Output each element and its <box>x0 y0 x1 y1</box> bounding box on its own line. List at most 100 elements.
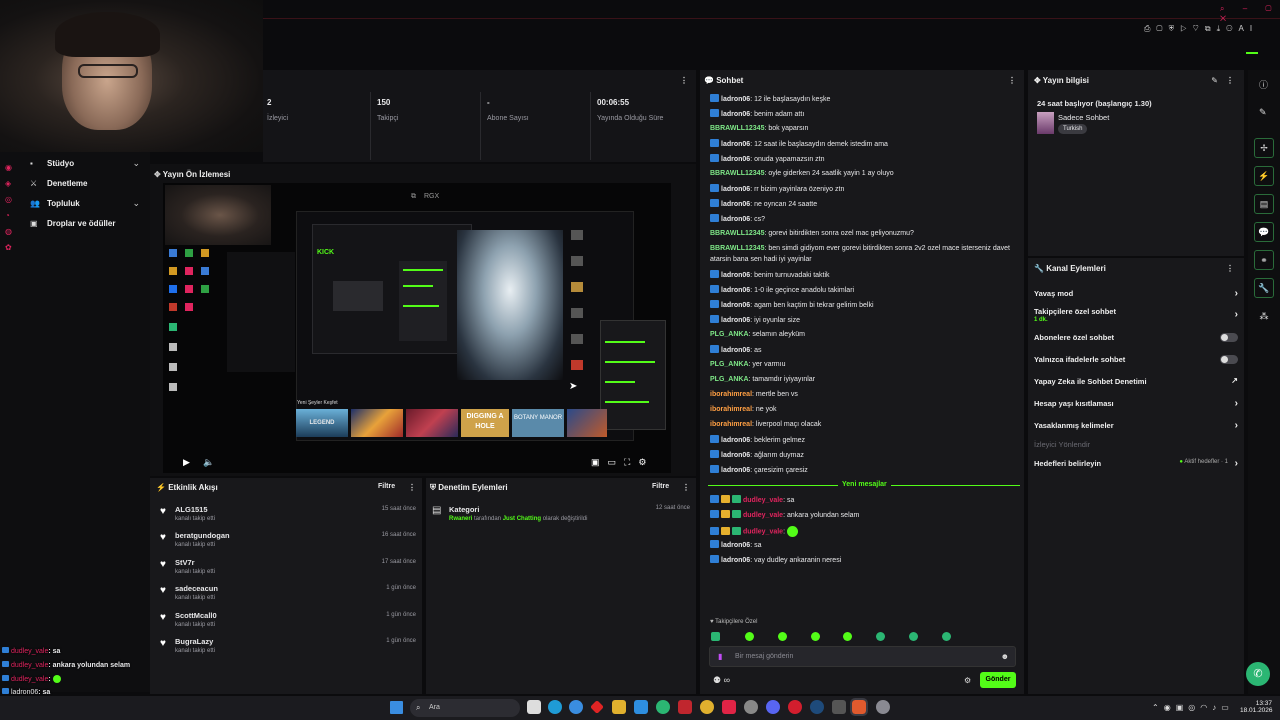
start-button[interactable] <box>390 701 403 714</box>
more-menu-icon[interactable]: ⋮ <box>680 76 688 85</box>
chat-username[interactable]: ladron06 <box>721 467 750 474</box>
category-name[interactable]: Just Chatting <box>503 516 541 522</box>
gear-icon[interactable]: ◍ <box>5 224 15 240</box>
more-menu-icon[interactable]: ⋮ <box>1226 264 1234 273</box>
more-menu-icon[interactable]: ⋮ <box>1226 76 1234 85</box>
help-chat-button[interactable]: ✆ <box>1246 662 1270 686</box>
chrome-alt-icon[interactable] <box>700 700 714 714</box>
chat-username[interactable]: ladron06 <box>721 201 750 208</box>
crop-icon[interactable]: ▢ <box>1156 24 1168 33</box>
maps-icon[interactable] <box>656 700 670 714</box>
sword-icon[interactable]: ◈ <box>5 176 15 192</box>
toggle-switch[interactable] <box>1220 333 1238 342</box>
chat-username[interactable]: PLG_ANKA <box>710 361 749 368</box>
chat-username[interactable]: ladron06 <box>721 156 750 163</box>
preview-video[interactable]: ⧉ RGX KICK Yeni Şeyler Keşfet LEGEND DIG… <box>163 183 671 473</box>
chat-username[interactable]: dudley_vale <box>743 497 783 504</box>
play-icon[interactable]: ▷ <box>1180 24 1192 33</box>
chat-username[interactable]: BBRAWLL12345 <box>710 125 764 132</box>
photos-icon[interactable] <box>634 700 648 714</box>
send-button[interactable]: Gönder <box>980 672 1016 688</box>
chat-username[interactable]: ladron06 <box>721 302 750 309</box>
discord-icon[interactable] <box>766 700 780 714</box>
taskbar-search[interactable]: ⌕ Ara <box>410 699 520 717</box>
rail-button-wrench[interactable]: 🔧 <box>1254 278 1274 298</box>
tray-chevron-icon[interactable]: ⌃ <box>1152 703 1164 712</box>
chat-username[interactable]: dudley_vale <box>743 512 783 519</box>
more-menu-icon[interactable]: ⋮ <box>408 483 416 492</box>
rail-button-chat[interactable]: 💬 <box>1254 222 1274 242</box>
profile-icon[interactable]: ⚇ <box>1226 24 1238 33</box>
download-icon[interactable]: ⤓ <box>1217 24 1227 33</box>
chat-username[interactable]: ladron06 <box>721 452 750 459</box>
action-ai-moderation[interactable]: Yapay Zeka ile Sohbet Denetimi ↗ <box>1034 376 1242 386</box>
task-view-icon[interactable] <box>527 700 541 714</box>
action-banned-words[interactable]: Yasaklanmış kelimeler › <box>1034 420 1242 431</box>
sidebar-item-community[interactable]: 👥 Topluluk ⌄ <box>30 198 142 212</box>
chat-username[interactable]: ladron06 <box>721 557 750 564</box>
chat-username[interactable]: PLG_ANKA <box>710 331 749 338</box>
chat-input[interactable]: ▮ Bir mesaj gönderin ☻ <box>709 646 1016 667</box>
rail-button-link[interactable]: ⚭ <box>1254 250 1274 270</box>
tray-app-icon[interactable]: ◉ <box>1164 703 1176 712</box>
chat-username[interactable]: ladron06 <box>721 437 750 444</box>
chat-username[interactable]: ladron06 <box>721 287 750 294</box>
fullscreen-icon[interactable]: ⛶ <box>624 457 638 467</box>
gift-icon[interactable]: ◔ <box>5 208 15 224</box>
chat-username[interactable]: ladron06 <box>721 216 750 223</box>
chat-settings-icon[interactable]: ⚙ <box>964 676 971 685</box>
emoji-icon[interactable]: ☻ <box>1001 652 1009 661</box>
settings-icon[interactable]: ⚙ <box>638 457 654 467</box>
moderator-name[interactable]: Rwaneri <box>449 516 472 522</box>
volume-icon[interactable]: ♪ <box>1212 703 1221 712</box>
action-slow-mode[interactable]: Yavaş mod › <box>1034 288 1242 299</box>
volume-icon[interactable]: 🔈 <box>203 457 214 468</box>
info-icon[interactable]: ⓘ <box>1259 78 1268 91</box>
people-icon[interactable]: ◎ <box>5 192 15 208</box>
pip-icon[interactable]: ▣ <box>591 457 608 467</box>
more-menu-icon[interactable]: ⋮ <box>682 483 690 492</box>
steam-icon[interactable] <box>810 700 824 714</box>
stream-tag[interactable]: Turkish <box>1058 124 1088 134</box>
rail-button-bolt[interactable]: ⚡ <box>1254 166 1274 186</box>
toggle-switch[interactable] <box>1220 355 1238 364</box>
app-grid-icon[interactable] <box>832 700 846 714</box>
edge-icon[interactable] <box>548 700 562 714</box>
chat-username[interactable]: ladron06 <box>721 96 750 103</box>
action-goals[interactable]: Hedefleri belirleyin ● Aktif hedefler · 1… <box>1034 458 1242 469</box>
camera-icon[interactable]: ◉ <box>5 160 15 176</box>
extensions-icon[interactable]: ⧉ <box>1205 24 1217 33</box>
more-menu-icon[interactable]: ⋮ <box>1008 76 1016 85</box>
rail-button-doc[interactable]: ▤ <box>1254 194 1274 214</box>
settings-icon[interactable] <box>876 700 890 714</box>
action-emotes-only[interactable]: Yalnızca ifadelerle sohbet <box>1034 355 1242 364</box>
shield-icon[interactable]: ⛨ <box>1169 24 1181 33</box>
chat-username[interactable]: BBRAWLL12345 <box>710 245 764 252</box>
chat-username[interactable]: ladron06 <box>721 542 750 549</box>
tray-app2-icon[interactable]: ▣ <box>1176 703 1189 712</box>
chat-username[interactable]: ladron06 <box>721 111 750 118</box>
rail-button-share[interactable]: ⁂ <box>1254 306 1274 326</box>
sidebar-item-moderation[interactable]: ⚔ Denetleme <box>30 178 142 192</box>
rail-button-crosshair[interactable]: ✢ <box>1254 138 1274 158</box>
pen-icon[interactable]: ✎ <box>1259 107 1267 118</box>
window-controls[interactable]: ⌕ – ▢ ✕ <box>1220 4 1280 24</box>
play-button[interactable]: ▶ <box>183 457 190 468</box>
chat-username[interactable]: iborahimreal <box>710 406 752 413</box>
wifi-icon[interactable]: ◠ <box>1200 703 1212 712</box>
action-account-age[interactable]: Hesap yaşı kısıtlaması › <box>1034 398 1242 409</box>
chat-username[interactable]: dudley_vale <box>743 528 783 535</box>
epic-icon[interactable] <box>744 700 758 714</box>
points-display[interactable]: ⚉ ∞ <box>713 675 730 686</box>
app-red-icon[interactable] <box>678 700 692 714</box>
stream-category[interactable]: Sadece Sohbet <box>1058 113 1109 122</box>
chat-username[interactable]: ladron06 <box>721 317 750 324</box>
heart-icon[interactable]: ♡ <box>1193 24 1205 33</box>
mic-icon[interactable]: ▮ <box>718 652 722 661</box>
chrome-icon[interactable] <box>569 700 583 714</box>
moderation-filter[interactable]: Filtre <box>652 483 669 490</box>
action-subscribers-only[interactable]: Abonelere özel sohbet <box>1034 333 1242 342</box>
edit-icon[interactable]: ✎ <box>1211 76 1218 85</box>
clock[interactable]: 13:37 18.01.2026 <box>1240 700 1273 714</box>
tray-app3-icon[interactable]: ◎ <box>1188 703 1200 712</box>
